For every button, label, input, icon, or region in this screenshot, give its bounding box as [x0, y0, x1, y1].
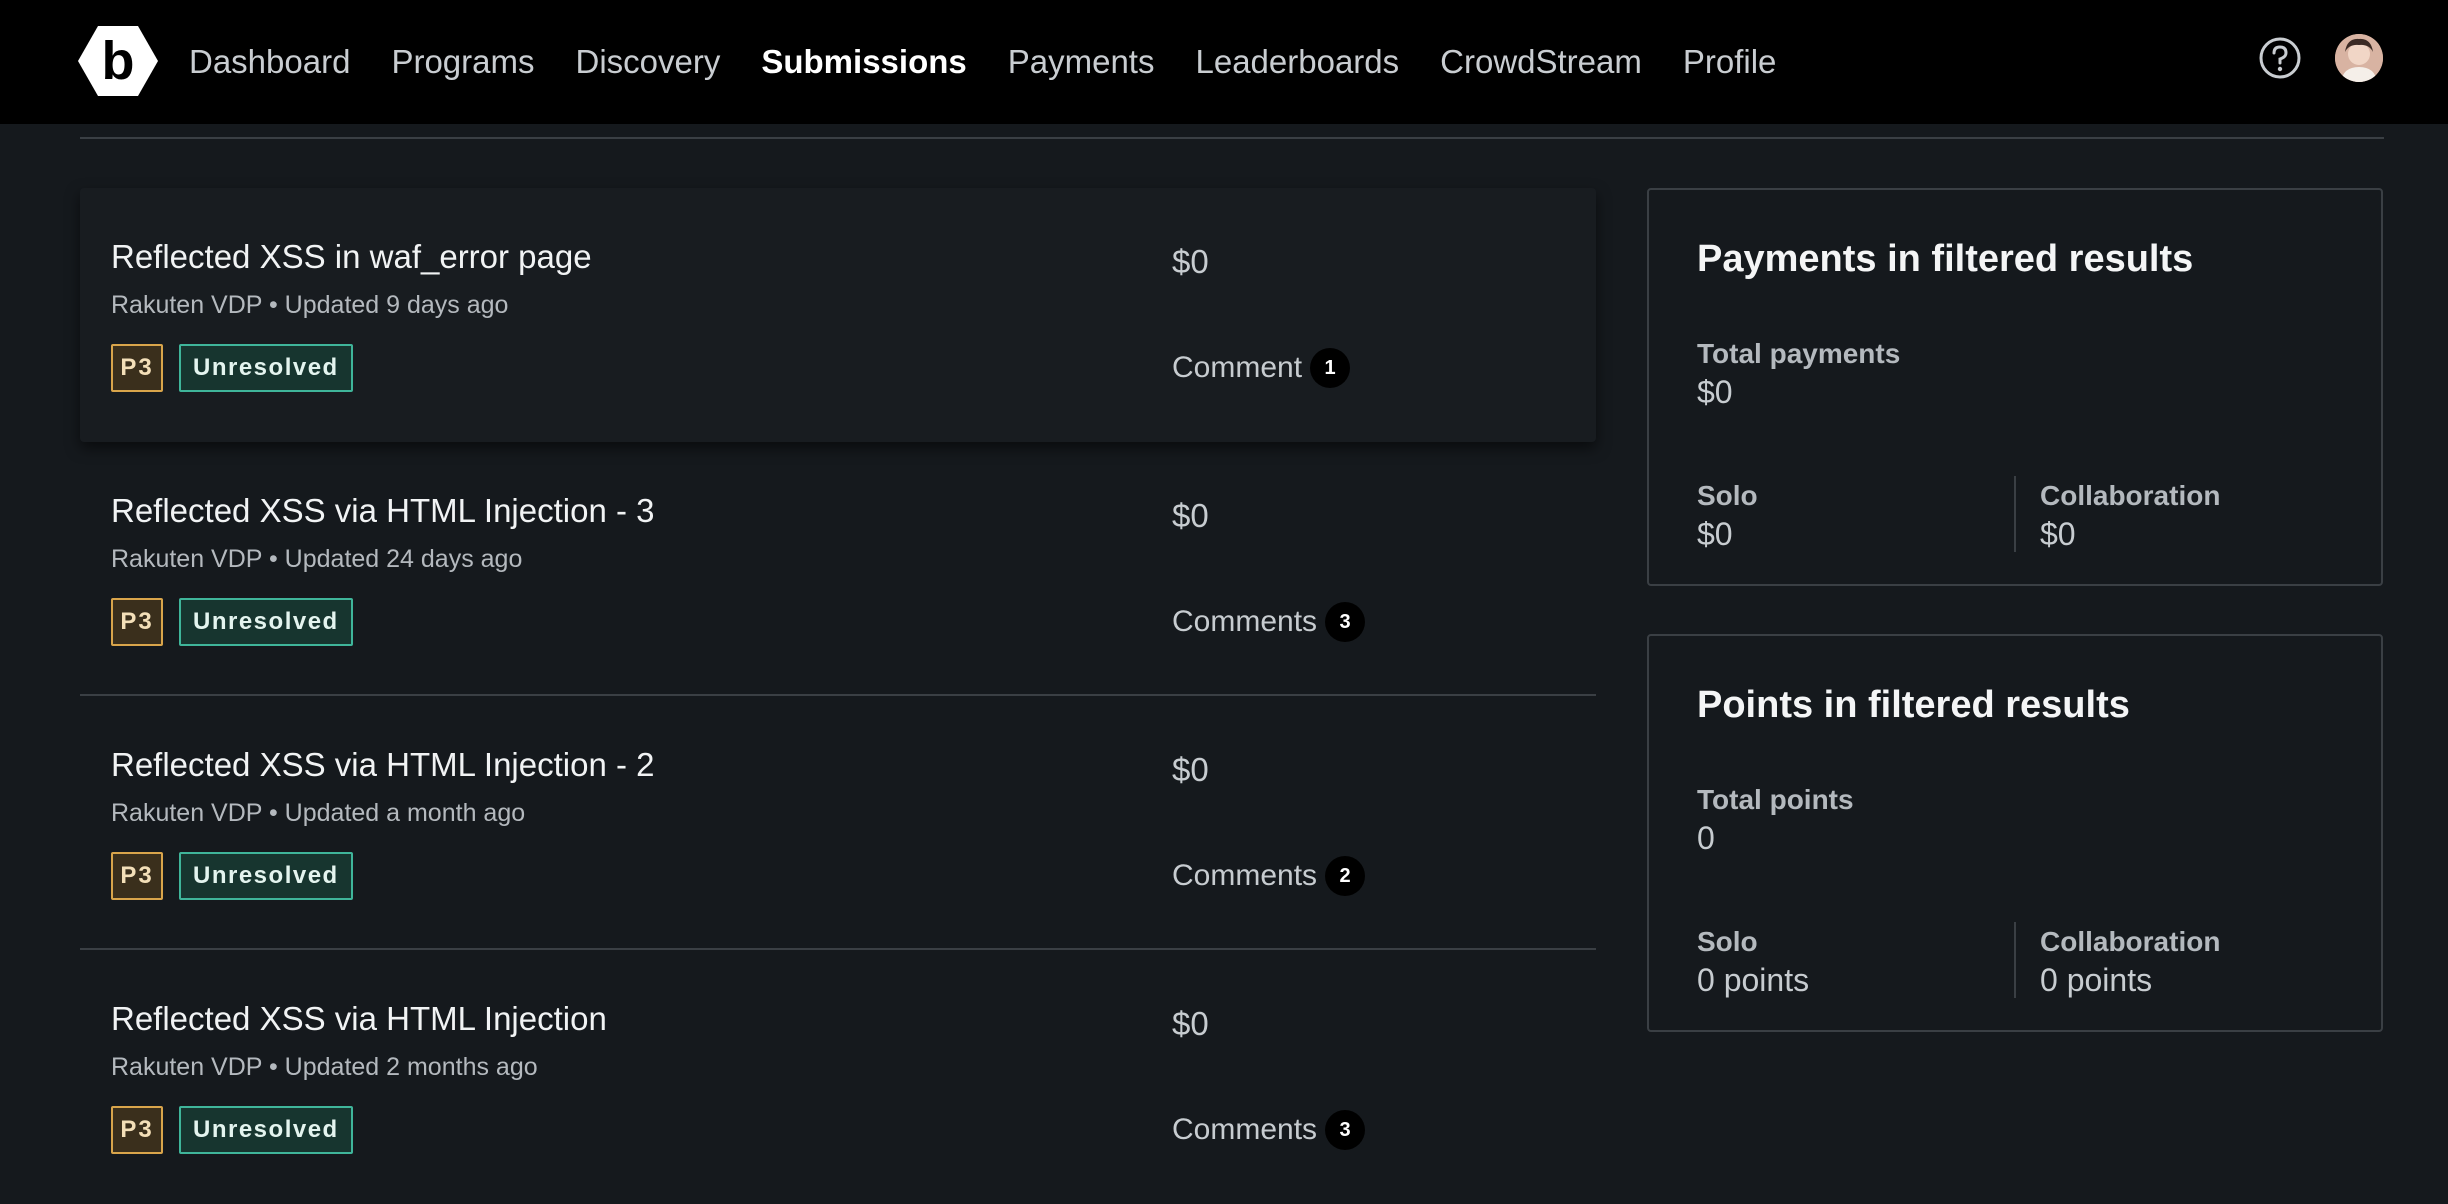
panel-title: Points in filtered results: [1697, 684, 2130, 726]
solo-label: Solo: [1697, 480, 1758, 511]
priority-badge: P3: [111, 598, 163, 646]
submission-title[interactable]: Reflected XSS in waf_error page: [111, 238, 592, 276]
submission-card[interactable]: Reflected XSS via HTML Injection Rakuten…: [80, 950, 1596, 1204]
submission-meta: Rakuten VDP • Updated 24 days ago: [111, 545, 523, 573]
comments-label: Comments: [1172, 859, 1318, 892]
panel-title: Payments in filtered results: [1697, 238, 2194, 280]
submission-meta: Rakuten VDP • Updated a month ago: [111, 799, 526, 827]
solo-value: $0: [1697, 516, 1733, 552]
comments-label: Comments: [1172, 1113, 1318, 1146]
comments-link[interactable]: Comment 1: [1172, 348, 1351, 388]
status-badge: Unresolved: [179, 852, 353, 900]
submission-card[interactable]: Reflected XSS via HTML Injection - 3 Rak…: [80, 442, 1596, 696]
submission-meta: Rakuten VDP • Updated 2 months ago: [111, 1053, 538, 1081]
submission-amount: $0: [1172, 1005, 1209, 1042]
submission-amount: $0: [1172, 497, 1209, 534]
user-avatar[interactable]: [2335, 34, 2383, 82]
comments-count-badge: 1: [1310, 348, 1351, 388]
nav-payments[interactable]: Payments: [1008, 43, 1155, 81]
submission-amount: $0: [1172, 243, 1209, 280]
comments-link[interactable]: Comments 3: [1172, 1110, 1366, 1150]
submission-badges: P3 Unresolved: [111, 344, 353, 392]
main-nav: Dashboard Programs Discovery Submissions…: [189, 0, 1817, 124]
priority-badge: P3: [111, 344, 163, 392]
total-payments-value: $0: [1697, 374, 1733, 410]
total-points-value: 0: [1697, 820, 1715, 856]
comments-label: Comments: [1172, 605, 1318, 638]
collaboration-value: 0 points: [2040, 962, 2153, 998]
collaboration-label: Collaboration: [2040, 926, 2221, 957]
comments-count-badge: 2: [1325, 856, 1366, 896]
status-badge: Unresolved: [179, 344, 353, 392]
submission-card[interactable]: Reflected XSS in waf_error page Rakuten …: [80, 188, 1596, 442]
payments-summary-panel: Payments in filtered results Total payme…: [1647, 188, 2383, 586]
status-badge: Unresolved: [179, 598, 353, 646]
nav-discovery[interactable]: Discovery: [576, 43, 721, 81]
submission-title[interactable]: Reflected XSS via HTML Injection - 3: [111, 492, 655, 530]
submission-badges: P3 Unresolved: [111, 1106, 353, 1154]
submission-meta: Rakuten VDP • Updated 9 days ago: [111, 291, 509, 319]
submission-title[interactable]: Reflected XSS via HTML Injection: [111, 1000, 607, 1038]
collaboration-value: $0: [2040, 516, 2076, 552]
submission-title[interactable]: Reflected XSS via HTML Injection - 2: [111, 746, 655, 784]
total-payments-label: Total payments: [1697, 338, 1901, 369]
submissions-list: Reflected XSS in waf_error page Rakuten …: [80, 188, 1596, 1204]
nav-crowdstream[interactable]: CrowdStream: [1440, 43, 1642, 81]
nav-profile[interactable]: Profile: [1683, 43, 1777, 81]
comments-count-badge: 3: [1325, 1110, 1366, 1150]
submission-amount: $0: [1172, 751, 1209, 788]
panel-divider: [2014, 922, 2016, 998]
submission-badges: P3 Unresolved: [111, 852, 353, 900]
collaboration-label: Collaboration: [2040, 480, 2221, 511]
help-icon[interactable]: [2258, 36, 2302, 80]
priority-badge: P3: [111, 852, 163, 900]
comments-link[interactable]: Comments 3: [1172, 602, 1366, 642]
content-divider: [80, 137, 2384, 139]
total-points-label: Total points: [1697, 784, 1854, 815]
nav-submissions[interactable]: Submissions: [761, 43, 966, 81]
comments-label: Comment: [1172, 351, 1303, 384]
points-summary-panel: Points in filtered results Total points …: [1647, 634, 2383, 1032]
comments-link[interactable]: Comments 2: [1172, 856, 1366, 896]
nav-programs[interactable]: Programs: [391, 43, 534, 81]
nav-dashboard[interactable]: Dashboard: [189, 43, 350, 81]
bugcrowd-logo-icon[interactable]: b: [78, 24, 158, 98]
submission-badges: P3 Unresolved: [111, 598, 353, 646]
top-navigation-bar: b Dashboard Programs Discovery Submissio…: [0, 0, 2448, 124]
solo-label: Solo: [1697, 926, 1758, 957]
priority-badge: P3: [111, 1106, 163, 1154]
nav-leaderboards[interactable]: Leaderboards: [1195, 43, 1399, 81]
comments-count-badge: 3: [1325, 602, 1366, 642]
panel-divider: [2014, 476, 2016, 552]
submission-card[interactable]: Reflected XSS via HTML Injection - 2 Rak…: [80, 696, 1596, 950]
svg-text:b: b: [102, 31, 135, 91]
solo-value: 0 points: [1697, 962, 1810, 998]
status-badge: Unresolved: [179, 1106, 353, 1154]
